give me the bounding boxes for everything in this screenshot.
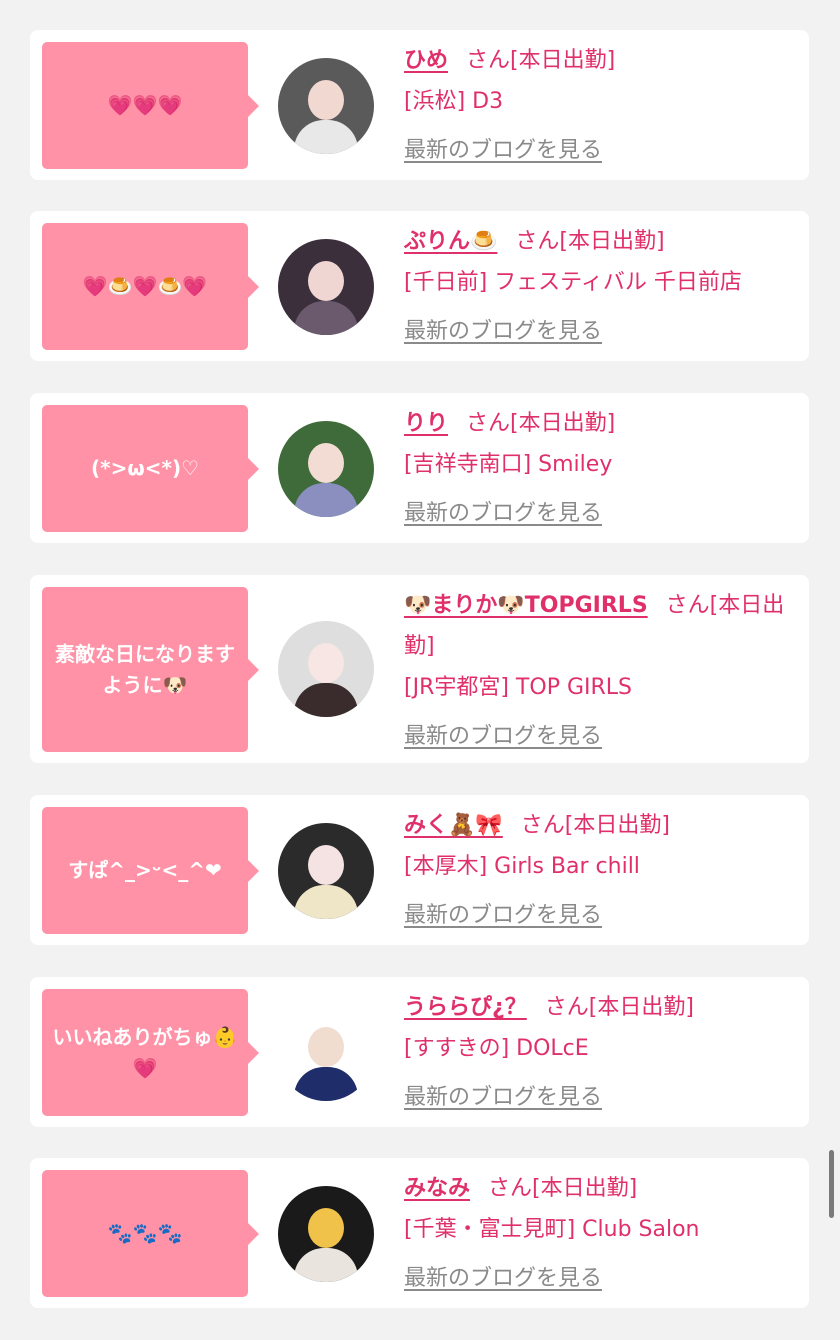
message-bubble: 💗🍮💗🍮💗 [42, 223, 259, 350]
cast-name-link[interactable]: 🐶まりか🐶TOPGIRLS [404, 593, 648, 618]
cast-info: 🐶まりか🐶TOPGIRLS さん[本日出勤] [JR宇都宮] TOP GIRLS … [404, 585, 797, 757]
latest-blog-link[interactable]: 最新のブログを見る [404, 311, 602, 352]
cast-avatar[interactable] [278, 58, 374, 154]
message-bubble: すぱ^_>ᵕ<_^❤ [42, 807, 259, 934]
cast-info: りり さん[本日出勤] [吉祥寺南口] Smiley 最新のブログを見る [404, 403, 797, 534]
avatar-body [294, 483, 358, 517]
cast-info: みく🧸🎀 さん[本日出勤] [本厚木] Girls Bar chill 最新のブロ… [404, 805, 797, 936]
attendance-status: さん[本日出勤] [544, 995, 694, 1020]
message-bubble: (*>ω<*)♡ [42, 405, 259, 532]
latest-blog-link[interactable]: 最新のブログを見る [404, 1258, 602, 1299]
attendance-status: さん[本日出勤] [488, 1176, 638, 1201]
cast-card: 💗🍮💗🍮💗 ぷりん🍮 さん[本日出勤] [千日前] フェスティバル 千日前店 最新… [30, 211, 809, 361]
cast-avatar[interactable] [278, 1005, 374, 1101]
avatar-face [308, 845, 344, 885]
attendance-status: さん[本日出勤] [466, 411, 616, 436]
avatar-body [294, 1248, 358, 1282]
latest-blog-link[interactable]: 最新のブログを見る [404, 1077, 602, 1118]
shop-name: [浜松] D3 [404, 89, 504, 114]
scrollbar-thumb[interactable] [829, 1150, 834, 1218]
cast-name-link[interactable]: みく🧸🎀 [404, 813, 503, 838]
cast-name-link[interactable]: うららぴ¿？ [404, 995, 527, 1020]
cast-avatar[interactable] [278, 421, 374, 517]
cast-card: (*>ω<*)♡ りり さん[本日出勤] [吉祥寺南口] Smiley 最新のブロ… [30, 393, 809, 543]
avatar-face [308, 643, 344, 683]
attendance-status: さん[本日出勤] [466, 48, 616, 73]
shop-name: [本厚木] Girls Bar chill [404, 854, 640, 879]
cast-avatar[interactable] [278, 239, 374, 335]
avatar-face [308, 1027, 344, 1067]
cast-list: 💗💗💗 ひめ さん[本日出勤] [浜松] D3 最新のブログを見る 💗🍮💗🍮💗 ぷ… [0, 0, 840, 1340]
latest-blog-link[interactable]: 最新のブログを見る [404, 716, 602, 757]
message-bubble: 💗💗💗 [42, 42, 259, 169]
cast-card: すぱ^_>ᵕ<_^❤ みく🧸🎀 さん[本日出勤] [本厚木] Girls Bar … [30, 795, 809, 945]
avatar-body [294, 1067, 358, 1101]
cast-info: みなみ さん[本日出勤] [千葉・富士見町] Club Salon 最新のブログを… [404, 1168, 797, 1299]
shop-name: [千葉・富士見町] Club Salon [404, 1217, 700, 1242]
cast-name-link[interactable]: りり [404, 411, 448, 436]
latest-blog-link[interactable]: 最新のブログを見る [404, 493, 602, 534]
cast-name-link[interactable]: ぷりん🍮 [404, 229, 497, 254]
latest-blog-link[interactable]: 最新のブログを見る [404, 130, 602, 171]
shop-name: [すすきの] DOLcE [404, 1036, 589, 1061]
avatar-body [294, 683, 358, 717]
attendance-status: さん[本日出勤] [515, 229, 665, 254]
message-bubble: いいねありがちゅ👶💗 [42, 989, 259, 1116]
cast-card: 素敵な日になりますように🐶 🐶まりか🐶TOPGIRLS さん[本日出勤] [JR宇… [30, 575, 809, 763]
attendance-status: さん[本日出勤] [520, 813, 670, 838]
shop-name: [千日前] フェスティバル 千日前店 [404, 270, 742, 295]
latest-blog-link[interactable]: 最新のブログを見る [404, 895, 602, 936]
avatar-body [294, 301, 358, 335]
cast-avatar[interactable] [278, 621, 374, 717]
message-bubble: 素敵な日になりますように🐶 [42, 587, 259, 752]
cast-info: ひめ さん[本日出勤] [浜松] D3 最新のブログを見る [404, 40, 797, 171]
cast-avatar[interactable] [278, 823, 374, 919]
avatar-body [294, 885, 358, 919]
cast-name-link[interactable]: ひめ [404, 48, 448, 73]
shop-name: [吉祥寺南口] Smiley [404, 452, 613, 477]
cast-info: ぷりん🍮 さん[本日出勤] [千日前] フェスティバル 千日前店 最新のブログを見… [404, 221, 797, 352]
cast-card: いいねありがちゅ👶💗 うららぴ¿？ さん[本日出勤] [すすきの] DOLcE 最… [30, 977, 809, 1127]
shop-name: [JR宇都宮] TOP GIRLS [404, 675, 632, 700]
cast-card: 🐾🐾🐾 みなみ さん[本日出勤] [千葉・富士見町] Club Salon 最新の… [30, 1158, 809, 1308]
message-bubble: 🐾🐾🐾 [42, 1170, 259, 1297]
avatar-face [308, 1208, 344, 1248]
cast-card: 💗💗💗 ひめ さん[本日出勤] [浜松] D3 最新のブログを見る [30, 30, 809, 180]
cast-info: うららぴ¿？ さん[本日出勤] [すすきの] DOLcE 最新のブログを見る [404, 987, 797, 1118]
avatar-body [294, 120, 358, 154]
avatar-face [308, 80, 344, 120]
cast-name-link[interactable]: みなみ [404, 1176, 470, 1201]
cast-avatar[interactable] [278, 1186, 374, 1282]
avatar-face [308, 443, 344, 483]
avatar-face [308, 261, 344, 301]
